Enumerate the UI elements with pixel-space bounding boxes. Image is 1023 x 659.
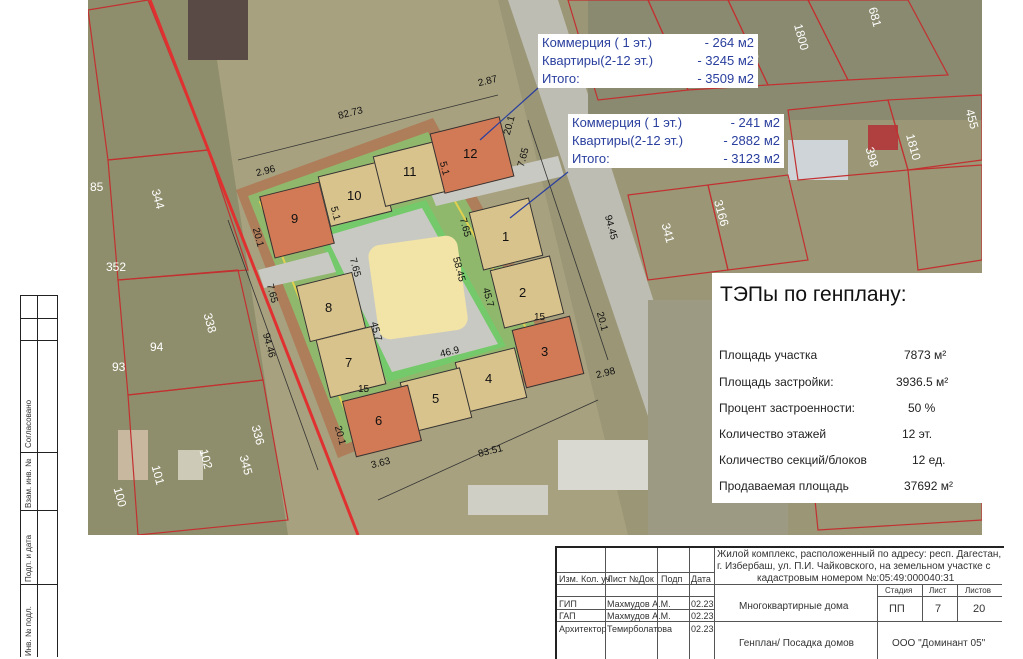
stamp-role: ГИП <box>559 599 577 609</box>
stamp-role: Архитектор <box>559 624 607 634</box>
stamp-col-podp: Подп <box>661 574 683 584</box>
stamp-address-2: г. Избербаш, ул. П.И. Чайковского, на зе… <box>717 561 991 572</box>
side-label-replace: Взам. инв. № <box>24 458 33 508</box>
stamp-sheets: 20 <box>973 603 986 615</box>
side-label-agreed: Согласовано <box>24 399 33 448</box>
tep-row-label: Площадь застройки: <box>719 375 834 389</box>
parcel-label: 85 <box>90 180 104 194</box>
stamp-date: 02.23 <box>691 611 714 621</box>
stamp-date: 02.23 <box>691 624 714 634</box>
tep-row-value: 12 ед. <box>912 453 946 467</box>
tep-row-label: Площадь участка <box>719 348 818 362</box>
stamp-name: Махмудов А.М. <box>607 599 671 609</box>
stamp-name: Темирболатова <box>607 624 672 634</box>
stamp-address-3: кадастровым номером №:05:49:000040:31 <box>757 573 955 584</box>
stamp-address: Жилой комплекс, расположенный по адресу:… <box>717 549 1002 560</box>
stamp-stage-header: Стадия <box>885 586 913 595</box>
stamp-company: ООО "Доминант 05" <box>892 638 986 649</box>
tep-row-label: Продаваемая площадь <box>719 479 849 493</box>
stamp-col-doc: №Док <box>629 574 654 584</box>
side-row-line <box>20 295 57 296</box>
stamp-date: 02.23 <box>691 599 714 609</box>
tep-row-label: Количество секций/блоков <box>719 453 867 467</box>
stamp-stage: ПП <box>889 603 905 615</box>
side-row-line <box>20 510 57 511</box>
side-divider <box>37 295 38 657</box>
parcel-label: 94 <box>150 340 164 354</box>
side-label-sign: Подп. и дата <box>24 534 33 582</box>
tep-row-label: Процент застроенности: <box>719 401 855 415</box>
tep-panel: ТЭПы по генплану: Площадь участка 7873 м… <box>712 273 982 503</box>
stamp-col-list: Лист <box>607 574 627 584</box>
stamp-sheet: 7 <box>935 603 942 615</box>
side-row-line <box>20 340 57 341</box>
stamp-role: ГАП <box>559 611 576 621</box>
side-row-line <box>20 584 57 585</box>
tep-row-value: 50 % <box>908 401 936 415</box>
stamp-col-izm: Изм. <box>559 574 579 584</box>
stamp-col-date: Дата <box>691 574 711 584</box>
side-label-inv: Инв. № подл. <box>24 606 33 656</box>
tep-row-value: 12 эт. <box>902 427 933 441</box>
tep-row-label: Количество этажей <box>719 427 827 441</box>
tep-row-value: 7873 м² <box>904 348 947 362</box>
tep-row-value: 37692 м² <box>904 479 953 493</box>
title-block: Жилой комплекс, расположенный по адресу:… <box>555 546 1004 659</box>
tep-title: ТЭПы по генплану: <box>720 283 907 306</box>
side-row-line <box>20 452 57 453</box>
stamp-sheet-title: Генплан/ Посадка домов <box>739 638 854 649</box>
stamp-sheets-header: Листов <box>965 586 991 595</box>
side-row-line <box>20 318 57 319</box>
drawing-sheet: 9 10 11 12 1 2 3 4 5 6 7 8 82.73 2.87 2.… <box>0 0 1023 659</box>
stamp-name: Махмудов А.М. <box>607 611 671 621</box>
stamp-object: Многоквартирные дома <box>739 601 849 612</box>
parcel-label: 93 <box>112 360 126 374</box>
parcel-label: 352 <box>106 260 127 274</box>
tep-row-value: 3936.5 м² <box>896 375 949 389</box>
stamp-sheet-header: Лист <box>929 586 947 595</box>
